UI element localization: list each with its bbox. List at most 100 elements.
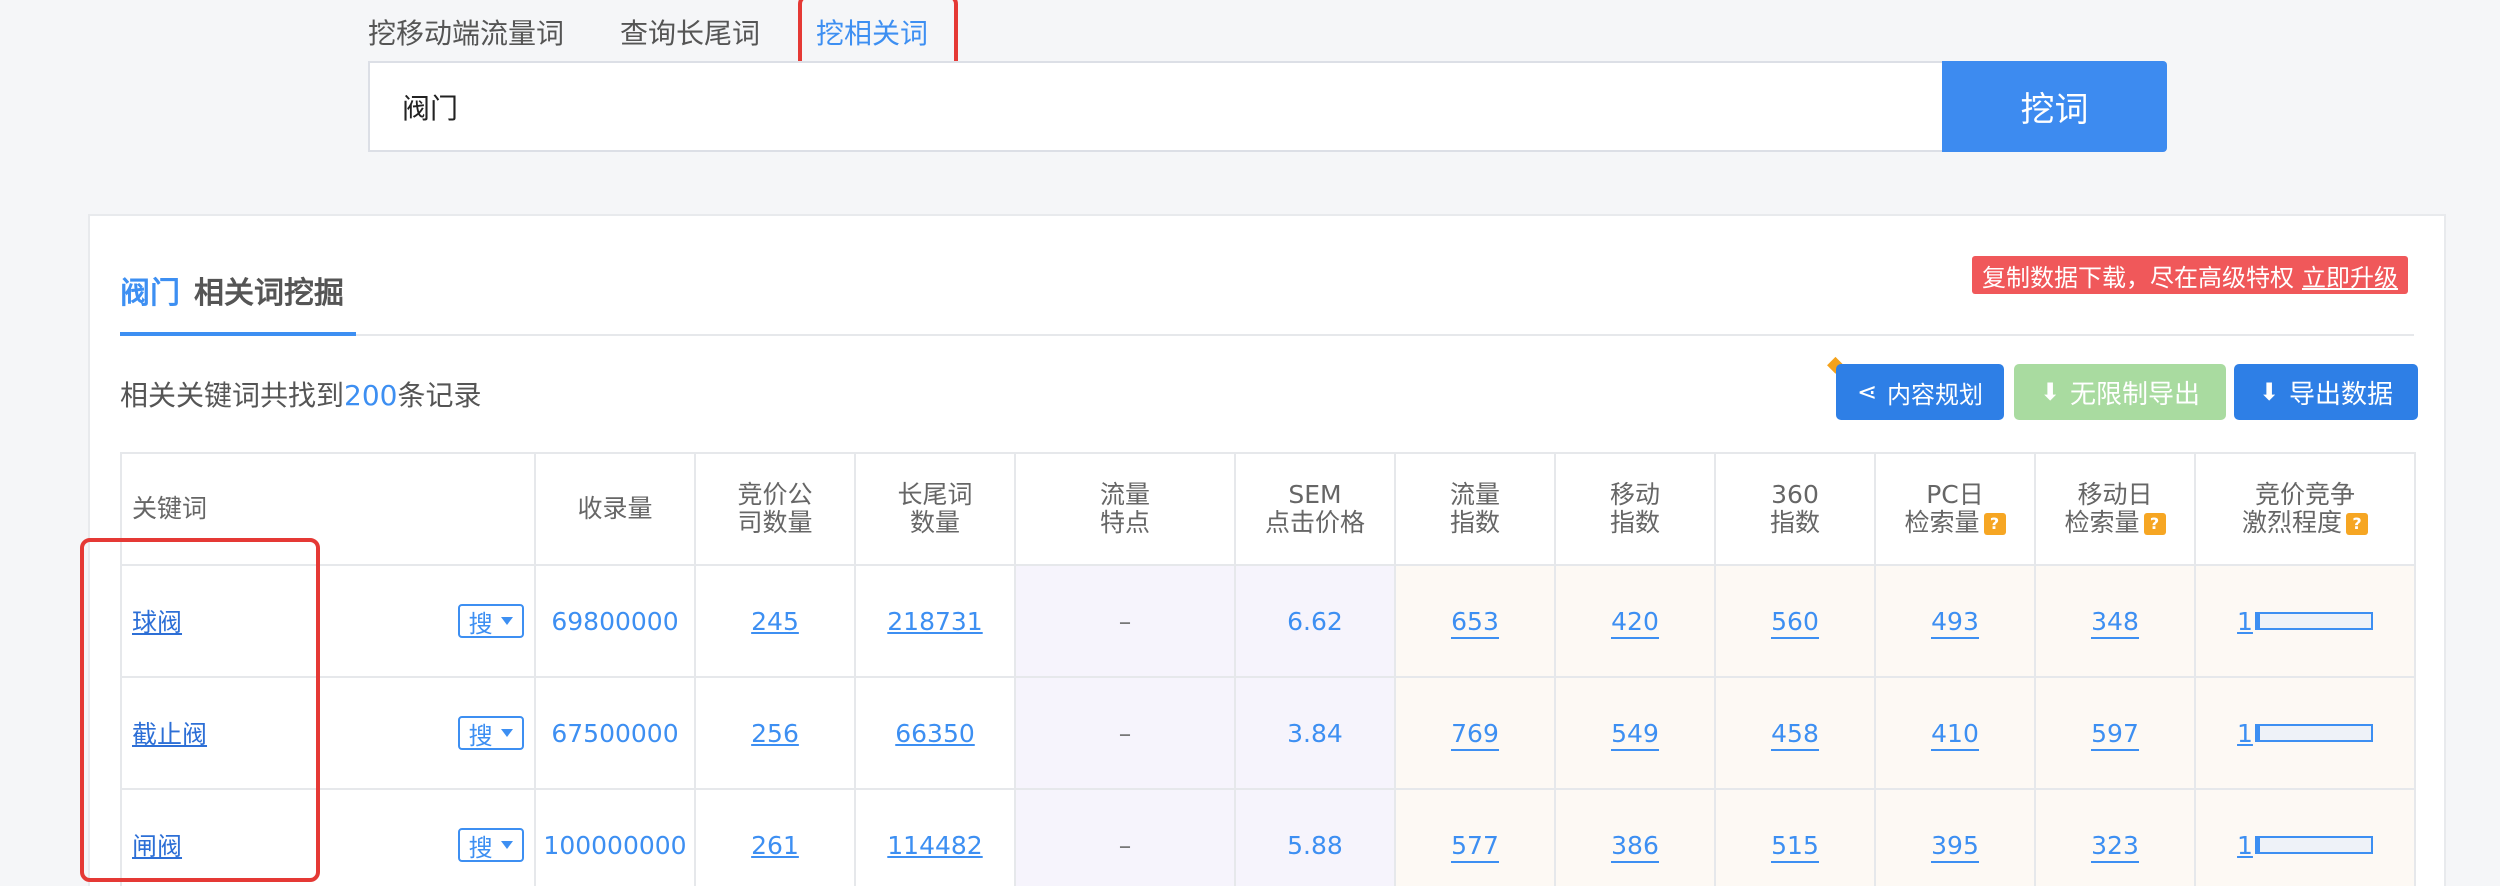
competition-cell: 1: [2194, 676, 2416, 790]
tab-mobile-traffic[interactable]: 挖移动端流量词: [368, 0, 564, 52]
keyword-table: 关键词 收录量 竞价公 司数量 长尾词 数量 流量 特点 SEM 点击价格 流量 指数 移…: [120, 452, 2416, 886]
sem-cell: 3.84: [1234, 676, 1396, 790]
help-icon[interactable]: ?: [1983, 513, 2006, 535]
pc-daily-value[interactable]: 395: [1931, 830, 1979, 863]
keyword-cell: 截止阀 搜: [120, 676, 536, 790]
header-label: 检索量: [2064, 508, 2140, 537]
chevron-down-icon: [501, 841, 514, 849]
mobile-index-value[interactable]: 549: [1611, 718, 1659, 751]
index-360-cell[interactable]: 515: [1714, 788, 1876, 886]
search-dropdown-button[interactable]: 搜: [458, 604, 524, 638]
header-label: 长尾词: [897, 480, 973, 509]
pc-daily-cell[interactable]: 410: [1874, 676, 2036, 790]
header-label: 收录量: [577, 494, 653, 523]
mobile-index-cell[interactable]: 386: [1554, 788, 1716, 886]
mobile-index-value[interactable]: 386: [1611, 830, 1659, 863]
indexed-value: 69800000: [551, 606, 679, 636]
mobile-daily-cell[interactable]: 348: [2034, 564, 2196, 678]
pc-daily-cell[interactable]: 493: [1874, 564, 2036, 678]
unlimited-export-button[interactable]: ⬇ 无限制导出: [2014, 364, 2226, 420]
longtail-value[interactable]: 114482: [887, 831, 982, 860]
competition-fill: [2256, 726, 2261, 740]
traffic-index-cell[interactable]: 769: [1394, 676, 1556, 790]
bid-companies-value[interactable]: 261: [751, 831, 799, 860]
section-title: 阀门 相关词挖掘: [120, 268, 344, 312]
table-row: 球阀 搜 69800000 245 218731 – 6.62 653 420 560 493 348…: [120, 564, 2416, 678]
header-label: 特点: [1099, 508, 1150, 537]
index-360-cell[interactable]: 458: [1714, 676, 1876, 790]
mobile-daily-value[interactable]: 597: [2091, 718, 2139, 751]
bid-companies-cell[interactable]: 245: [694, 564, 856, 678]
bid-companies-cell[interactable]: 261: [694, 788, 856, 886]
bid-companies-value[interactable]: 245: [751, 607, 799, 636]
longtail-value[interactable]: 218731: [887, 607, 982, 636]
upgrade-text: 复制数据下载，尽在高级特权: [1982, 263, 2294, 292]
longtail-cell[interactable]: 66350: [854, 676, 1016, 790]
divider: [120, 334, 2414, 336]
bid-companies-value[interactable]: 256: [751, 719, 799, 748]
sem-value: 6.62: [1287, 606, 1343, 636]
header-label: PC日: [1926, 480, 1984, 509]
search-dropdown-button[interactable]: 搜: [458, 716, 524, 750]
traffic-index-value[interactable]: 653: [1451, 606, 1499, 639]
title-suffix: 相关词挖掘: [194, 276, 344, 311]
export-data-button[interactable]: ⬇ 导出数据: [2234, 364, 2418, 420]
header-traffic: 流量 特点: [1014, 452, 1236, 566]
mobile-index-cell[interactable]: 420: [1554, 564, 1716, 678]
mobile-daily-cell[interactable]: 597: [2034, 676, 2196, 790]
competition-meter: 1: [2196, 607, 2414, 636]
results-panel: 阀门 相关词挖掘 复制数据下载，尽在高级特权 立即升级 相关关键词共找到200条记…: [88, 214, 2446, 886]
keyword-link[interactable]: 球阀: [132, 608, 182, 637]
competition-value[interactable]: 1: [2237, 719, 2253, 748]
index-360-value[interactable]: 458: [1771, 718, 1819, 751]
pc-daily-value[interactable]: 410: [1931, 718, 1979, 751]
competition-meter: 1: [2196, 719, 2414, 748]
header-sem: SEM 点击价格: [1234, 452, 1396, 566]
header-label: 竞价公: [737, 480, 813, 509]
record-suffix: 条记录: [397, 379, 482, 412]
longtail-value[interactable]: 66350: [895, 719, 975, 748]
mobile-daily-value[interactable]: 323: [2091, 830, 2139, 863]
tab-related[interactable]: 挖相关词: [798, 0, 959, 80]
traffic-index-value[interactable]: 769: [1451, 718, 1499, 751]
search-dropdown-button[interactable]: 搜: [458, 828, 524, 862]
longtail-cell[interactable]: 114482: [854, 788, 1016, 886]
index-360-value[interactable]: 560: [1771, 606, 1819, 639]
help-icon[interactable]: ?: [2143, 513, 2166, 535]
mobile-daily-value[interactable]: 348: [2091, 606, 2139, 639]
longtail-cell[interactable]: 218731: [854, 564, 1016, 678]
bid-companies-cell[interactable]: 256: [694, 676, 856, 790]
keyword-link[interactable]: 截止阀: [132, 720, 207, 749]
chevron-down-icon: [501, 617, 514, 625]
competition-value[interactable]: 1: [2237, 831, 2253, 860]
index-360-value[interactable]: 515: [1771, 830, 1819, 863]
traffic-index-cell[interactable]: 577: [1394, 788, 1556, 886]
header-competition: 竞价竞争 激烈程度?: [2194, 452, 2416, 566]
traffic-value: –: [1118, 718, 1132, 748]
search-input[interactable]: 阀门: [368, 61, 1942, 152]
pc-daily-value[interactable]: 493: [1931, 606, 1979, 639]
competition-cell: 1: [2194, 788, 2416, 886]
header-label: 360: [1771, 480, 1819, 509]
content-plan-button[interactable]: ⋖ 内容规划: [1836, 364, 2004, 420]
keyword-link[interactable]: 闸阀: [132, 832, 182, 861]
mobile-daily-cell[interactable]: 323: [2034, 788, 2196, 886]
indexed-cell: 67500000: [534, 676, 696, 790]
pc-daily-cell[interactable]: 395: [1874, 788, 2036, 886]
help-icon[interactable]: ?: [2346, 513, 2368, 535]
tab-longtail[interactable]: 查询长尾词: [620, 0, 760, 52]
traffic-index-cell[interactable]: 653: [1394, 564, 1556, 678]
mobile-index-cell[interactable]: 549: [1554, 676, 1716, 790]
traffic-index-value[interactable]: 577: [1451, 830, 1499, 863]
indexed-cell: 100000000: [534, 788, 696, 886]
competition-value[interactable]: 1: [2237, 607, 2253, 636]
content-plan-label: 内容规划: [1887, 380, 1984, 409]
upgrade-banner: 复制数据下载，尽在高级特权 立即升级: [1972, 256, 2408, 294]
upgrade-link[interactable]: 立即升级: [2302, 258, 2398, 293]
mobile-index-value[interactable]: 420: [1611, 606, 1659, 639]
search-label: 搜: [468, 721, 493, 750]
index-360-cell[interactable]: 560: [1714, 564, 1876, 678]
dig-button[interactable]: 挖词: [1942, 61, 2167, 152]
table-header-row: 关键词 收录量 竞价公 司数量 长尾词 数量 流量 特点 SEM 点击价格 流量 指数 移…: [120, 452, 2416, 566]
header-label: SEM: [1288, 480, 1342, 509]
